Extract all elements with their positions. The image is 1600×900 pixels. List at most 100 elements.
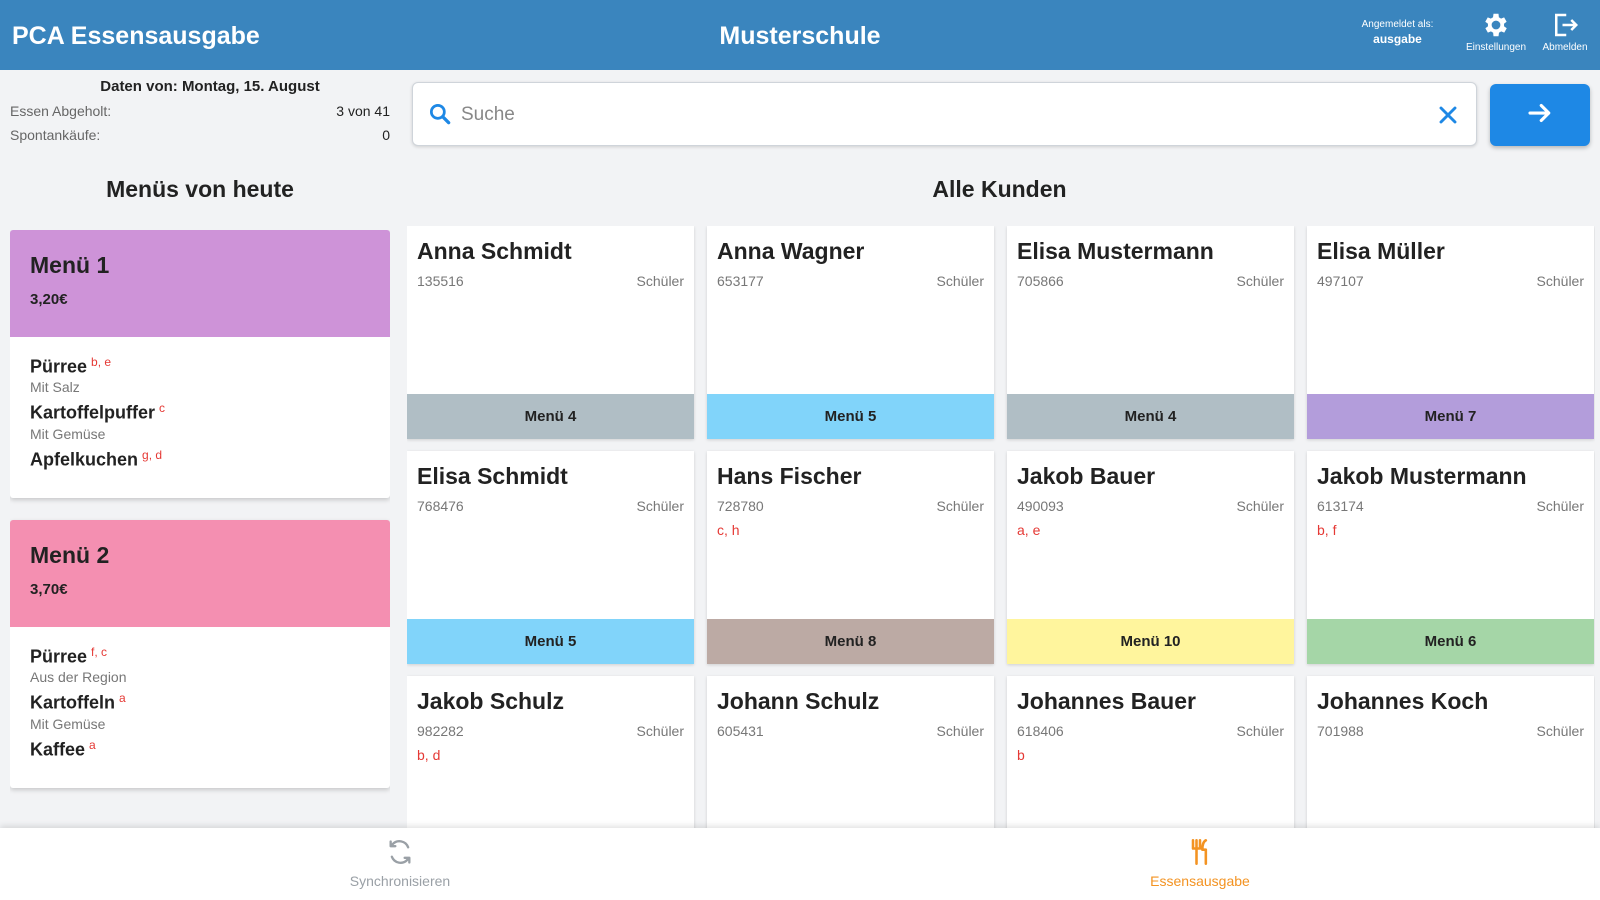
- logout-label: Abmelden: [1542, 42, 1588, 53]
- logout-icon: [1530, 10, 1600, 42]
- customer-card[interactable]: Elisa Müller 497107 Schüler Menü 7: [1307, 226, 1594, 439]
- customer-card[interactable]: Jakob Mustermann 613174 Schüler b, f Menü 6: [1307, 451, 1594, 664]
- dish-allergens: g, d: [142, 447, 163, 462]
- customer-name: Elisa Mustermann: [1017, 238, 1214, 264]
- dish-description: Mit Gemüse: [30, 715, 106, 732]
- customer-id: 768476: [417, 498, 464, 514]
- customer-type: Schüler: [1536, 498, 1584, 514]
- dish-description: Mit Gemüse: [30, 425, 106, 442]
- customer-allergies: c, h: [717, 522, 740, 538]
- customer-name: Anna Wagner: [717, 238, 865, 264]
- dish-allergens: a: [119, 691, 126, 706]
- customer-menu-badge: Menü 6: [1307, 619, 1594, 664]
- customer-id: 497107: [1317, 273, 1364, 289]
- dish-item: Kartoffelpuffer c Mit Gemüse: [30, 401, 370, 441]
- customer-id: 618406: [1017, 723, 1064, 739]
- customer-id: 613174: [1317, 498, 1364, 514]
- customer-name: Johannes Bauer: [1017, 688, 1196, 714]
- search-box: [412, 82, 1477, 146]
- customer-type: Schüler: [1536, 723, 1584, 739]
- menu-price: 3,20€: [30, 291, 68, 308]
- customer-id: 701988: [1317, 723, 1364, 739]
- customer-card[interactable]: Elisa Schmidt 768476 Schüler Menü 5: [407, 451, 694, 664]
- dish-item: Pürree f, c Aus der Region: [30, 645, 370, 685]
- customer-card[interactable]: Anna Schmidt 135516 Schüler Menü 4: [407, 226, 694, 439]
- customer-allergies: b, d: [417, 747, 441, 763]
- customer-id: 705866: [1017, 273, 1064, 289]
- customer-id: 653177: [717, 273, 764, 289]
- customer-type: Schüler: [636, 273, 684, 289]
- stat-picked-value: 3 von 41: [336, 103, 390, 119]
- customer-card[interactable]: Hans Fischer 728780 Schüler c, h Menü 8: [707, 451, 994, 664]
- customer-type: Schüler: [1236, 723, 1284, 739]
- menu-card[interactable]: Menü 2 3,70€ Pürree f, c Aus der Region Karto…: [10, 519, 390, 788]
- logged-in-label: Angemeldet als:: [1361, 19, 1434, 30]
- nav-sync-label: Synchronisieren: [349, 873, 451, 889]
- menu-card[interactable]: Menü 1 3,20€ Pürree b, e Mit Salz Kartoffelpu…: [10, 230, 390, 498]
- customer-type: Schüler: [936, 273, 984, 289]
- customer-name: Jakob Mustermann: [1317, 463, 1527, 489]
- customer-name: Elisa Müller: [1317, 238, 1445, 264]
- customer-menu-badge: Menü 10: [1007, 619, 1294, 664]
- customer-card[interactable]: Anna Wagner 653177 Schüler Menü 5: [707, 226, 994, 439]
- logged-in-info: Angemeldet als: ausgabe: [1345, 18, 1450, 46]
- customer-id: 490093: [1017, 498, 1064, 514]
- customer-type: Schüler: [636, 723, 684, 739]
- customer-type: Schüler: [936, 723, 984, 739]
- menu-name: Menü 1: [30, 252, 110, 278]
- menu-name: Menü 2: [30, 541, 110, 568]
- dish-line: Kartoffelpuffer c: [30, 401, 370, 423]
- customer-name: Anna Schmidt: [417, 238, 572, 264]
- customer-id: 728780: [717, 498, 764, 514]
- customer-card[interactable]: Johann Schulz 605431 Schüler: [707, 676, 994, 828]
- dish-allergens: f, c: [91, 644, 108, 659]
- arrow-right-icon: [1525, 98, 1555, 133]
- customer-card[interactable]: Johannes Koch 701988 Schüler: [1307, 676, 1594, 828]
- close-icon[interactable]: [1434, 101, 1462, 129]
- menus-heading: Menüs von heute: [106, 176, 294, 202]
- nav-serve[interactable]: Essensausgabe: [1100, 838, 1300, 889]
- customer-name: Johann Schulz: [717, 688, 880, 714]
- customer-card[interactable]: Jakob Schulz 982282 Schüler b, d: [407, 676, 694, 828]
- stat-spontaneous: Spontankäufe: 0: [10, 127, 390, 143]
- customer-menu-badge: Menü 7: [1307, 394, 1594, 439]
- customer-type: Schüler: [1536, 273, 1584, 289]
- nav-sync[interactable]: Synchronisieren: [300, 838, 500, 889]
- customer-card[interactable]: Johannes Bauer 618406 Schüler b: [1007, 676, 1294, 828]
- dish-description: Mit Salz: [30, 379, 80, 396]
- daily-stats: Daten von: Montag, 15. August Essen Abge…: [10, 78, 390, 143]
- customer-allergies: b, f: [1317, 522, 1337, 538]
- dish-line: Pürree b, e: [30, 355, 370, 377]
- customer-name: Jakob Bauer: [1017, 463, 1156, 489]
- customer-id: 982282: [417, 723, 464, 739]
- gear-icon: [1460, 10, 1532, 42]
- app-title: PCA Essensausgabe: [12, 22, 260, 50]
- search-submit-button[interactable]: [1490, 84, 1590, 146]
- dish-line: Kartoffeln a: [30, 691, 370, 713]
- settings-button[interactable]: Einstellungen: [1460, 10, 1532, 53]
- customer-type: Schüler: [936, 498, 984, 514]
- logout-button[interactable]: Abmelden: [1530, 10, 1600, 53]
- stat-spontaneous-label: Spontankäufe:: [10, 127, 101, 143]
- menu-dishes: Pürree f, c Aus der Region Kartoffeln a Mit G…: [10, 627, 390, 788]
- top-app-bar: PCA Essensausgabe Musterschule Angemelde…: [0, 0, 1600, 70]
- dish-item: Pürree b, e Mit Salz: [30, 355, 370, 395]
- dish-line: Kaffee a: [30, 738, 370, 760]
- sync-icon: [386, 840, 414, 870]
- customer-menu-badge: Menü 5: [407, 619, 694, 664]
- cutlery-icon: [1186, 839, 1214, 870]
- customer-menu-badge: Menü 5: [707, 394, 994, 439]
- customer-name: Elisa Schmidt: [417, 463, 568, 489]
- dish-line: Pürree f, c: [30, 645, 370, 667]
- customer-card[interactable]: Jakob Bauer 490093 Schüler a, e Menü 10: [1007, 451, 1294, 664]
- customer-card[interactable]: Elisa Mustermann 705866 Schüler Menü 4: [1007, 226, 1294, 439]
- menus-list: Menü 1 3,20€ Pürree b, e Mit Salz Kartoffelpu…: [10, 230, 390, 828]
- dish-description: Aus der Region: [30, 669, 127, 686]
- dish-item: Apfelkuchen g, d: [30, 448, 370, 470]
- stats-date: Daten von: Montag, 15. August: [100, 78, 320, 95]
- dish-allergens: b, e: [91, 355, 112, 369]
- dish-name: Apfelkuchen: [30, 448, 139, 469]
- customer-type: Schüler: [1236, 273, 1284, 289]
- customer-menu-badge: Menü 4: [1007, 394, 1294, 439]
- search-input[interactable]: [461, 97, 1411, 133]
